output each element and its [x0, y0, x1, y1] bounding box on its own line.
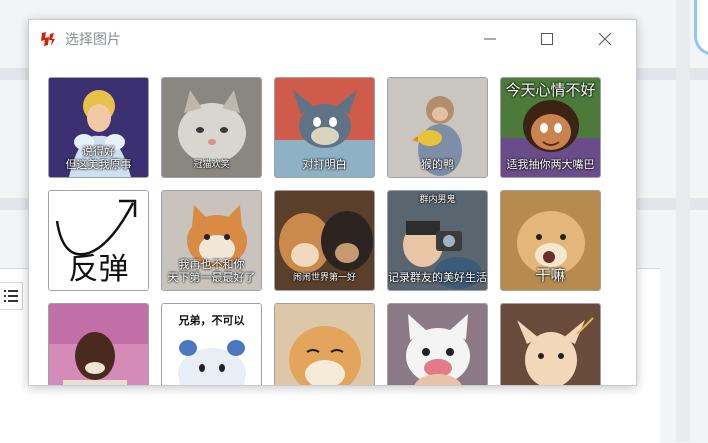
maximize-button[interactable] — [527, 24, 567, 54]
close-icon — [599, 33, 611, 45]
sticker-image — [275, 304, 374, 385]
sticker-tile[interactable] — [274, 303, 375, 385]
sticker-tile[interactable]: 对打明白 — [274, 77, 375, 178]
sticker-image — [388, 304, 487, 385]
sticker-caption-bottom: 记录群友的美好生活 — [388, 271, 487, 284]
sticker-caption: 闹闹世界第一好 — [292, 273, 356, 283]
sticker-caption: 冠猫欢笑 — [193, 160, 230, 170]
titlebar: 选择图片 — [29, 20, 636, 58]
sticker-caption: 我再也不和你 天下第一最最好了 — [167, 258, 256, 284]
sticker-tile[interactable]: 干嘛 — [500, 190, 601, 291]
sticker-caption: 干嘛 — [535, 266, 566, 284]
sticker-caption-top: 兄弟，不可以 — [178, 314, 245, 327]
sticker-tile[interactable]: 说得好 但这美我原事 — [48, 77, 149, 178]
sticker-tile[interactable] — [387, 303, 488, 385]
sticker-tile[interactable]: 群内男鬼 记录群友的美好生活 — [387, 190, 488, 291]
sticker-caption-top: 群内男鬼 — [419, 195, 456, 205]
sticker-caption: 说得好 但这美我原事 — [65, 145, 132, 171]
background-scrollbar — [676, 0, 690, 442]
list-view-button[interactable] — [0, 282, 23, 310]
dialog-title: 选择图片 — [65, 32, 121, 48]
background-avatar-button[interactable] — [694, 0, 708, 56]
sticker-caption: 对打明白 — [302, 158, 347, 171]
sticker-image — [501, 304, 600, 385]
sticker-caption: 猴的鸭 — [421, 158, 454, 171]
select-image-dialog: 选择图片 说得好 但这美我原事 冠猫欢笑 对打明白 猴的鸭 今天心情不好 适我抽… — [28, 19, 637, 386]
sticker-tile[interactable]: 我再也不和你 天下第一最最好了 — [161, 190, 262, 291]
sticker-tile[interactable]: 反弹 — [48, 190, 149, 291]
sticker-tile[interactable]: 猴的鸭 — [387, 77, 488, 178]
sticker-tile[interactable]: 冠猫欢笑 — [161, 77, 262, 178]
app-logo-icon — [41, 32, 55, 46]
sticker-tile[interactable]: 闹闹世界第一好 — [274, 190, 375, 291]
sticker-image — [49, 304, 148, 385]
sticker-tile[interactable]: 今天心情不好 适我抽你两大嘴巴 — [500, 77, 601, 178]
sticker-caption-bottom: 适我抽你两大嘴巴 — [506, 158, 595, 171]
sticker-tile[interactable] — [500, 303, 601, 385]
maximize-icon — [541, 33, 553, 45]
list-icon — [4, 290, 18, 302]
sticker-tile[interactable]: 兄弟，不可以 — [161, 303, 262, 385]
close-button[interactable] — [585, 24, 625, 54]
minimize-button[interactable] — [470, 24, 510, 54]
sticker-caption-top: 今天心情不好 — [505, 81, 596, 99]
sticker-tile[interactable] — [48, 303, 149, 385]
minimize-icon — [484, 38, 496, 40]
sticker-caption: 反弹 — [68, 252, 129, 287]
